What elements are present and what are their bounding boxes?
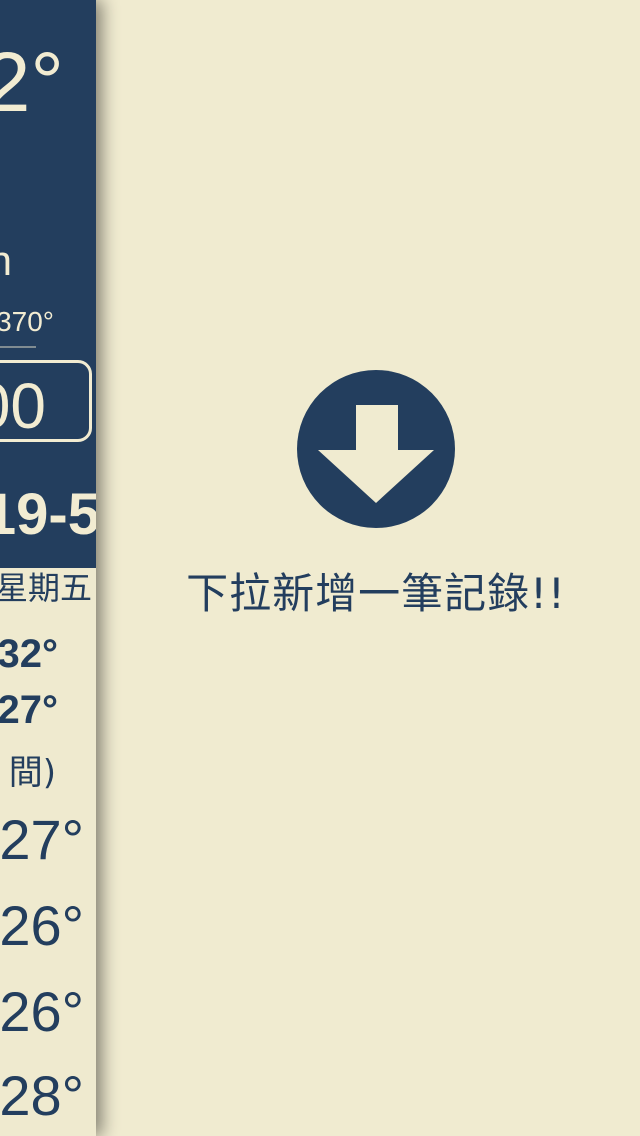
down-arrow-circle-icon[interactable]	[297, 370, 455, 528]
hourly-temp: 27°	[0, 808, 84, 871]
low-temperature: 27°	[0, 688, 58, 732]
small-reading: 370°	[0, 306, 54, 337]
weather-side-panel[interactable]: 2° n 370° 00 19-5 星期五 32° 27° 間) 27° 26°…	[0, 0, 96, 1136]
unit-fragment: n	[0, 237, 12, 284]
period-label: 間)	[8, 753, 56, 793]
high-temperature: 32°	[0, 632, 58, 676]
hourly-temp: 26°	[0, 980, 84, 1043]
hourly-temp: 28°	[0, 1064, 84, 1127]
boxed-value: 00	[0, 370, 46, 442]
weekday-label: 星期五	[0, 569, 92, 607]
pull-down-hint: 下拉新增一筆記錄!!	[186, 569, 566, 618]
date-label: 19-5	[0, 482, 96, 547]
hourly-temp: 26°	[0, 894, 84, 957]
divider	[0, 346, 36, 348]
current-temperature: 2°	[0, 35, 64, 129]
app-screen: 2° n 370° 00 19-5 星期五 32° 27° 間) 27° 26°…	[0, 0, 640, 1136]
empty-state: 下拉新增一筆記錄!!	[150, 370, 602, 630]
